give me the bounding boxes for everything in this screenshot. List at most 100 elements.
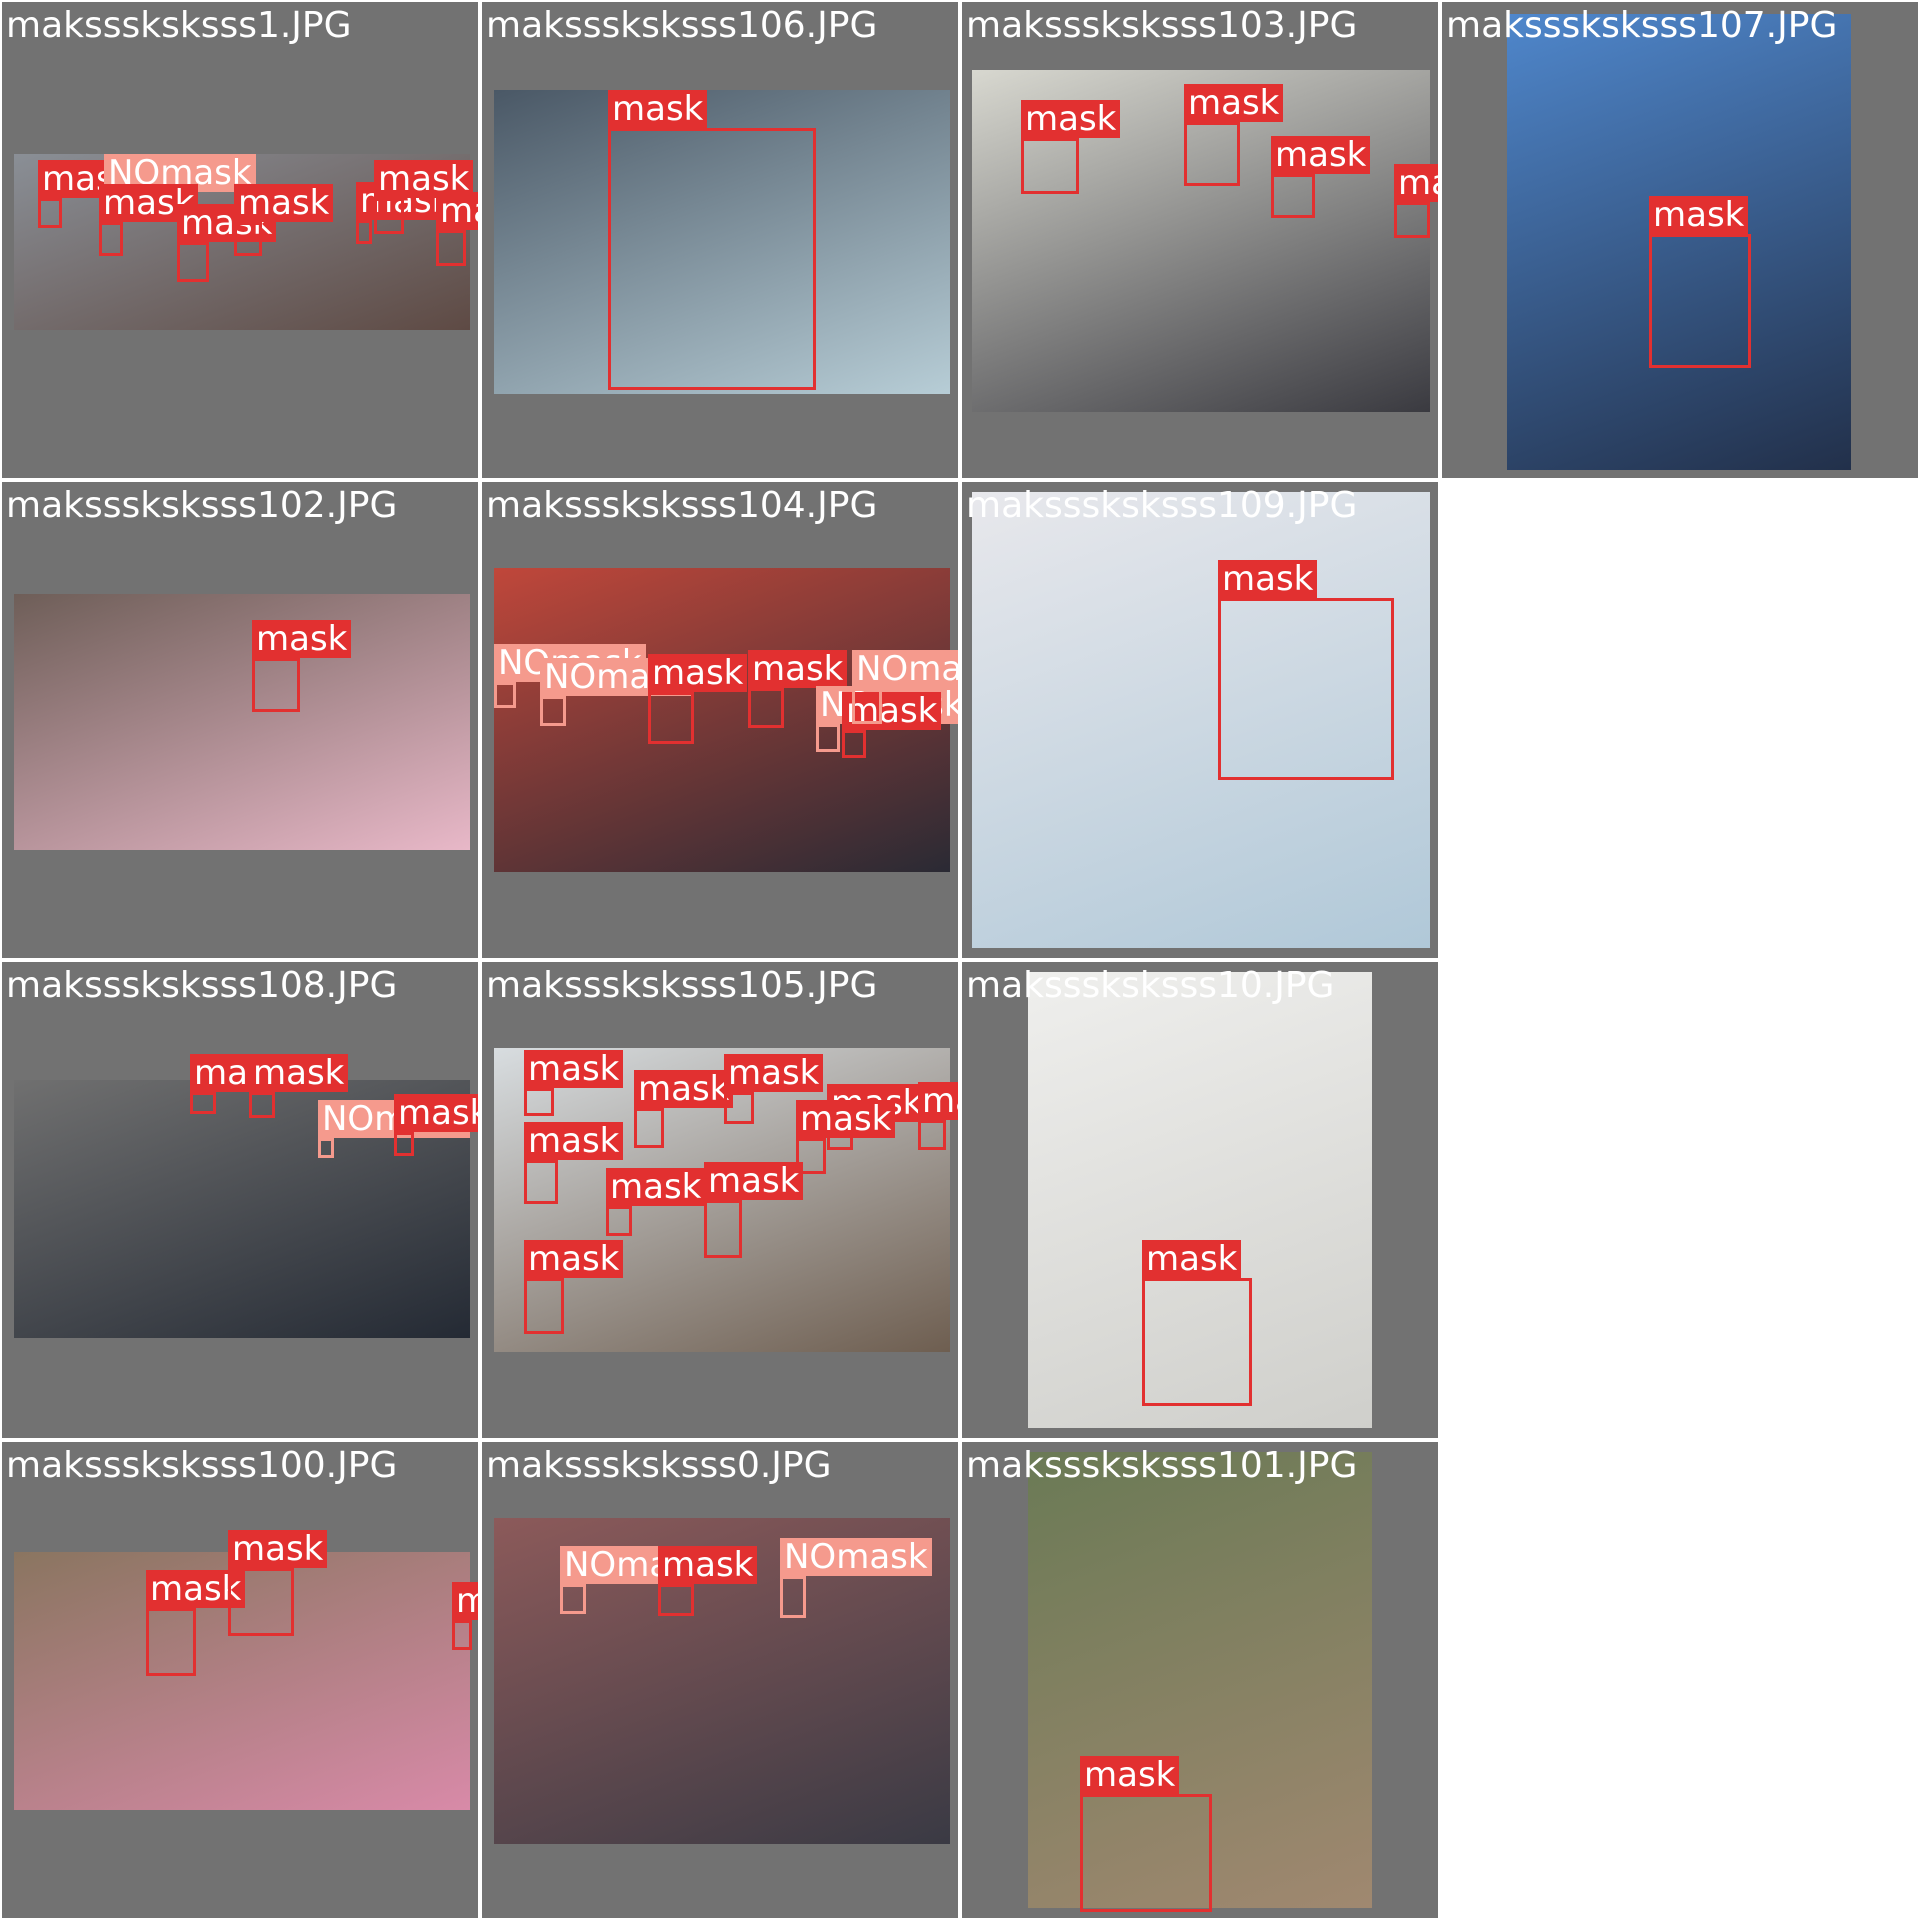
- filename-label: maksssksksss107.JPG: [1446, 5, 1838, 46]
- result-tile: maksssksksss109.JPG mask: [962, 482, 1438, 958]
- bounding-box: [318, 1138, 334, 1158]
- class-label: mask: [918, 1082, 958, 1120]
- bounding-box: [816, 724, 840, 752]
- filename-label: maksssksksss1.JPG: [6, 5, 352, 46]
- class-label: mask: [1218, 560, 1318, 598]
- filename-label: maksssksksss105.JPG: [486, 965, 878, 1006]
- result-tile: maksssksksss107.JPG mask: [1442, 2, 1918, 478]
- bounding-box: [524, 1088, 554, 1116]
- bounding-box: [540, 696, 566, 726]
- class-label: mask: [394, 1094, 478, 1132]
- class-label: mask: [436, 192, 478, 230]
- bounding-box: [436, 230, 466, 266]
- result-tile: maksssksksss0.JPG NOmask mask NOmask: [482, 1442, 958, 1918]
- bounding-box: [1080, 1794, 1212, 1912]
- class-label: mask: [748, 650, 848, 688]
- bounding-box: [852, 688, 882, 724]
- bounding-box: [146, 1608, 196, 1676]
- bounding-box: [494, 682, 516, 708]
- class-label: mask: [1394, 164, 1438, 202]
- bounding-box: [524, 1160, 558, 1204]
- bounding-box: [190, 1092, 216, 1114]
- bounding-box: [38, 198, 62, 228]
- class-label: mask: [608, 90, 708, 128]
- class-label: mask: [658, 1546, 758, 1584]
- class-label: mask: [606, 1168, 706, 1206]
- result-tile: maksssksksss105.JPGmaskmaskmaskmaskmaskm…: [482, 962, 958, 1438]
- filename-label: maksssksksss102.JPG: [6, 485, 398, 526]
- filename-label: maksssksksss103.JPG: [966, 5, 1358, 46]
- bounding-box: [1142, 1278, 1252, 1406]
- bounding-box: [724, 1092, 754, 1124]
- bounding-box: [1021, 138, 1079, 194]
- filename-label: maksssksksss109.JPG: [966, 485, 1358, 526]
- bounding-box: [1271, 174, 1315, 218]
- filename-label: maksssksksss101.JPG: [966, 1445, 1358, 1486]
- class-label: mask: [1021, 100, 1121, 138]
- class-label: mask: [228, 1530, 328, 1568]
- class-label: mask: [1080, 1756, 1180, 1794]
- bounding-box: [608, 128, 816, 390]
- bounding-box: [524, 1278, 564, 1334]
- result-tile: maksssksksss106.JPG mask: [482, 2, 958, 478]
- detection-results-grid: maksssksksss1.JPG mask NOmask mask mask mask m…: [0, 0, 1920, 1920]
- class-label: mask: [524, 1050, 624, 1088]
- bounding-box: [704, 1200, 742, 1258]
- bounding-box: [842, 730, 866, 758]
- class-label: NOmask: [852, 650, 958, 688]
- class-label: mask: [1184, 84, 1284, 122]
- bounding-box: [658, 1584, 694, 1616]
- bounding-box: [748, 688, 784, 728]
- class-label: NOmask: [780, 1538, 932, 1576]
- result-tile: maksssksksss103.JPG mask mask mask mask: [962, 2, 1438, 478]
- class-label: mask: [234, 184, 334, 222]
- result-tile: maksssksksss10.JPG mask: [962, 962, 1438, 1438]
- class-label: mask: [796, 1100, 896, 1138]
- bounding-box: [99, 222, 123, 256]
- class-label: mask: [1142, 1240, 1242, 1278]
- bounding-box: [634, 1108, 664, 1148]
- result-tile: maksssksksss108.JPGmaskmaskNOmaskmask: [2, 962, 478, 1438]
- bounding-box: [560, 1584, 586, 1614]
- class-label: mask: [704, 1162, 804, 1200]
- class-label: mask: [724, 1054, 824, 1092]
- filename-label: maksssksksss106.JPG: [486, 5, 878, 46]
- class-label: mask: [452, 1582, 478, 1620]
- bounding-box: [780, 1576, 806, 1618]
- filename-label: maksssksksss100.JPG: [6, 1445, 398, 1486]
- filename-label: maksssksksss108.JPG: [6, 965, 398, 1006]
- bounding-box: [1184, 122, 1240, 186]
- result-tile: maksssksksss102.JPG mask: [2, 482, 478, 958]
- result-tile: maksssksksss104.JPGNOmaskNOmaskmaskmaskN…: [482, 482, 958, 958]
- bounding-box: [1394, 202, 1430, 238]
- bounding-box: [234, 222, 262, 256]
- class-label: mask: [1649, 196, 1749, 234]
- filename-label: maksssksksss0.JPG: [486, 1445, 832, 1486]
- bounding-box: [374, 198, 404, 234]
- filename-label: maksssksksss104.JPG: [486, 485, 878, 526]
- bounding-box: [252, 658, 300, 712]
- photo: [14, 594, 470, 850]
- bounding-box: [1649, 234, 1751, 368]
- bounding-box: [177, 242, 209, 282]
- bounding-box: [394, 1132, 414, 1156]
- bounding-box: [228, 1568, 294, 1636]
- filename-label: maksssksksss10.JPG: [966, 965, 1335, 1006]
- class-label: mask: [252, 620, 352, 658]
- class-label: mask: [524, 1122, 624, 1160]
- class-label: mask: [249, 1054, 349, 1092]
- result-tile: maksssksksss101.JPG mask: [962, 1442, 1438, 1918]
- bounding-box: [356, 220, 372, 244]
- bounding-box: [918, 1120, 946, 1150]
- class-label: mask: [648, 654, 748, 692]
- class-label: mask: [524, 1240, 624, 1278]
- bounding-box: [648, 692, 694, 744]
- bounding-box: [249, 1092, 275, 1118]
- class-label: mask: [634, 1070, 734, 1108]
- result-tile: maksssksksss100.JPGmaskmaskmask: [2, 1442, 478, 1918]
- bounding-box: [452, 1620, 472, 1650]
- result-tile: maksssksksss1.JPG mask NOmask mask mask mask m…: [2, 2, 478, 478]
- class-label: mask: [1271, 136, 1371, 174]
- bounding-box: [606, 1206, 632, 1236]
- bounding-box: [1218, 598, 1394, 780]
